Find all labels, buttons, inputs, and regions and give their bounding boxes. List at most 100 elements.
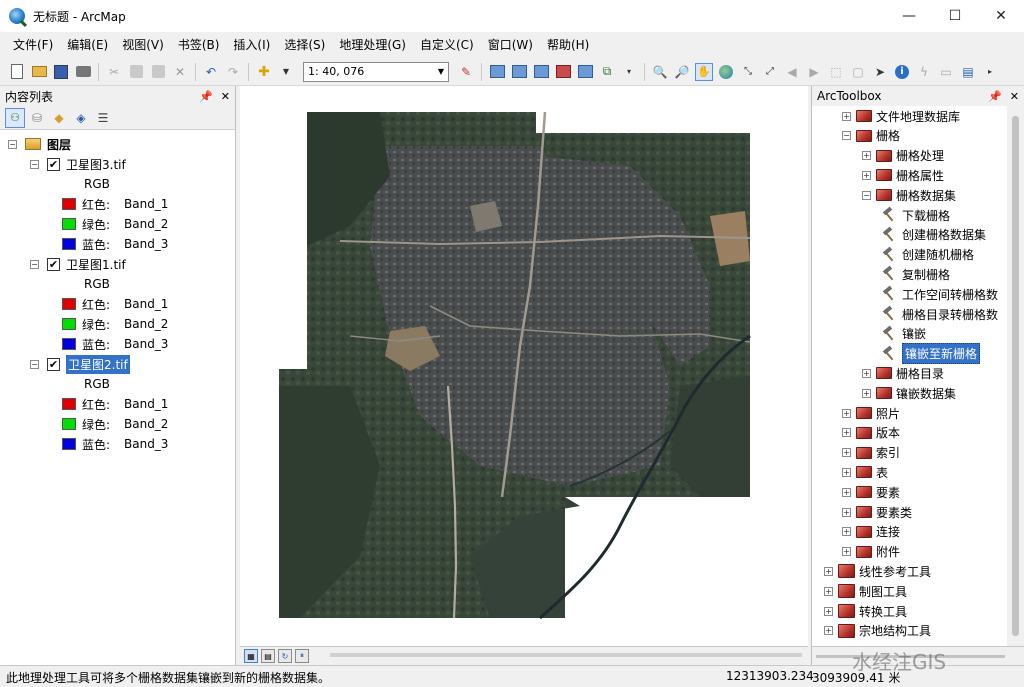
toolbox-toolset-item[interactable]: + 栅格处理 — [862, 146, 944, 166]
modelbuilder-button[interactable]: ⧉ — [598, 63, 616, 81]
save-button[interactable] — [52, 63, 70, 81]
close-icon[interactable]: ✕ — [221, 90, 230, 103]
select-elements-button[interactable]: ➤ — [871, 63, 889, 81]
zoom-out-button[interactable]: 🔎 — [673, 63, 691, 81]
toolbox-toolset-item[interactable]: − 栅格 — [842, 126, 900, 146]
list-by-visibility-button[interactable]: ◆ — [49, 108, 69, 128]
toolbox-toolset-item[interactable]: + 要素类 — [842, 502, 912, 522]
menu-help[interactable]: 帮助(H) — [540, 32, 596, 58]
menu-file[interactable]: 文件(F) — [6, 32, 60, 58]
open-button[interactable] — [30, 63, 48, 81]
layer-name[interactable]: 卫星图1.tif — [66, 256, 126, 273]
fixed-zoom-out-button[interactable]: ⤢ — [761, 63, 779, 81]
expand-icon[interactable]: + — [862, 151, 871, 161]
html-popup-button[interactable]: ▭ — [937, 63, 955, 81]
toolbox-toolset-item[interactable]: − 栅格数据集 — [862, 185, 956, 205]
expand-icon[interactable]: + — [842, 487, 851, 497]
identify-button[interactable]: i — [893, 63, 911, 81]
search-window-button[interactable] — [532, 63, 550, 81]
layer-visibility-checkbox[interactable]: ✔ — [47, 257, 60, 271]
layer-name[interactable]: 卫星图2.tif — [66, 354, 130, 374]
collapse-icon[interactable]: − — [8, 139, 17, 149]
toolbox-toolset-item[interactable]: + 栅格属性 — [862, 165, 944, 185]
menu-insert[interactable]: 插入(I) — [226, 32, 277, 58]
editor-toolbar-button[interactable]: ✎ — [457, 63, 475, 81]
layer-row[interactable]: − ✔ 卫星图3.tif — [0, 154, 235, 174]
menu-customize[interactable]: 自定义(C) — [413, 32, 481, 58]
pan-button[interactable]: ✋ — [695, 62, 713, 81]
toolbar-options[interactable]: ▾ — [620, 63, 638, 81]
scrollbar-thumb[interactable] — [1012, 116, 1019, 636]
toolbox-tool-item[interactable]: 下载栅格 — [882, 205, 950, 225]
table-of-contents-button[interactable] — [488, 63, 506, 81]
fixed-zoom-in-button[interactable]: ⤡ — [739, 63, 757, 81]
clear-selection-button[interactable]: ▢ — [849, 63, 867, 81]
python-window-button[interactable] — [576, 63, 594, 81]
add-data-button[interactable]: ✚ — [255, 63, 273, 81]
toolbox-tool-item[interactable]: 创建随机栅格 — [882, 245, 974, 265]
expand-icon[interactable]: + — [842, 428, 851, 438]
toolbox-tool-item[interactable]: 工作空间转栅格数 — [882, 284, 998, 304]
expand-icon[interactable]: + — [824, 566, 833, 576]
catalog-window-button[interactable] — [510, 63, 528, 81]
toolbox-toolset-item[interactable]: + 要素 — [842, 482, 900, 502]
expand-icon[interactable]: + — [824, 586, 833, 596]
menu-bookmarks[interactable]: 书签(B) — [171, 32, 227, 58]
pause-drawing-button[interactable]: ⏸ — [295, 649, 309, 663]
toolbox-tool-item[interactable]: 创建栅格数据集 — [882, 225, 986, 245]
redo-button[interactable]: ↷ — [224, 63, 242, 81]
toolbox-toolset-item[interactable]: + 文件地理数据库 — [842, 106, 960, 126]
hyperlink-button[interactable]: ϟ — [915, 63, 933, 81]
collapse-icon[interactable]: − — [30, 359, 39, 369]
expand-icon[interactable]: + — [824, 626, 833, 636]
expand-icon[interactable]: + — [842, 547, 851, 557]
toolbox-toolset-item[interactable]: + 宗地结构工具 — [824, 621, 931, 641]
paste-button[interactable] — [149, 63, 167, 81]
toolbar-more[interactable]: ▸ — [981, 63, 999, 81]
toolbox-toolset-item[interactable]: + 栅格目录 — [862, 363, 944, 383]
measure-button[interactable]: ▤ — [959, 63, 977, 81]
layers-root-row[interactable]: − 图层 — [0, 134, 235, 154]
toolbox-toolset-item[interactable]: + 版本 — [842, 423, 900, 443]
layer-name[interactable]: 卫星图3.tif — [66, 156, 126, 173]
new-document-button[interactable] — [8, 63, 26, 81]
map-horizontal-scrollbar[interactable] — [330, 653, 802, 657]
pin-icon[interactable]: 📌 — [199, 90, 213, 103]
select-features-button[interactable]: ⬚ — [827, 63, 845, 81]
toolbox-tool-item[interactable]: 复制栅格 — [882, 264, 950, 284]
expand-icon[interactable]: + — [842, 527, 851, 537]
delete-button[interactable]: ✕ — [171, 63, 189, 81]
forward-extent-button[interactable]: ▶ — [805, 63, 823, 81]
data-view-button[interactable]: ▦ — [244, 649, 258, 663]
toolbox-toolset-item[interactable]: + 表 — [842, 462, 888, 482]
toolbox-vertical-scrollbar[interactable] — [1007, 106, 1024, 646]
undo-button[interactable]: ↶ — [202, 63, 220, 81]
expand-icon[interactable]: + — [842, 467, 851, 477]
toolbox-toolset-item[interactable]: + 镶嵌数据集 — [862, 383, 956, 403]
menu-windows[interactable]: 窗口(W) — [481, 32, 540, 58]
expand-icon[interactable]: + — [824, 606, 833, 616]
close-icon[interactable]: ✕ — [1010, 90, 1019, 103]
expand-icon[interactable]: + — [862, 368, 871, 378]
pin-icon[interactable]: 📌 — [988, 90, 1002, 103]
arctoolbox-window-button[interactable] — [554, 63, 572, 81]
menu-selection[interactable]: 选择(S) — [277, 32, 332, 58]
list-by-drawing-order-button[interactable]: ⚇ — [5, 107, 25, 128]
copy-button[interactable] — [127, 63, 145, 81]
toc-options-button[interactable]: ☰ — [93, 108, 113, 128]
layer-row[interactable]: − ✔ 卫星图2.tif — [0, 354, 235, 374]
expand-icon[interactable]: + — [842, 448, 851, 458]
collapse-icon[interactable]: − — [862, 190, 871, 200]
map-display[interactable] — [240, 86, 808, 646]
expand-icon[interactable]: + — [862, 170, 871, 180]
toolbox-toolset-item[interactable]: + 照片 — [842, 403, 900, 423]
list-by-selection-button[interactable]: ◈ — [71, 108, 91, 128]
close-button[interactable]: ✕ — [978, 0, 1024, 32]
expand-icon[interactable]: + — [842, 507, 851, 517]
list-by-source-button[interactable]: ⛁ — [27, 108, 47, 128]
toolbox-toolset-item[interactable]: + 附件 — [842, 542, 900, 562]
toolbox-toolset-item[interactable]: + 索引 — [842, 443, 900, 463]
collapse-icon[interactable]: − — [30, 259, 39, 269]
zoom-in-button[interactable]: 🔍 — [651, 63, 669, 81]
toolbox-tool-item[interactable]: 栅格目录转栅格数 — [882, 304, 998, 324]
